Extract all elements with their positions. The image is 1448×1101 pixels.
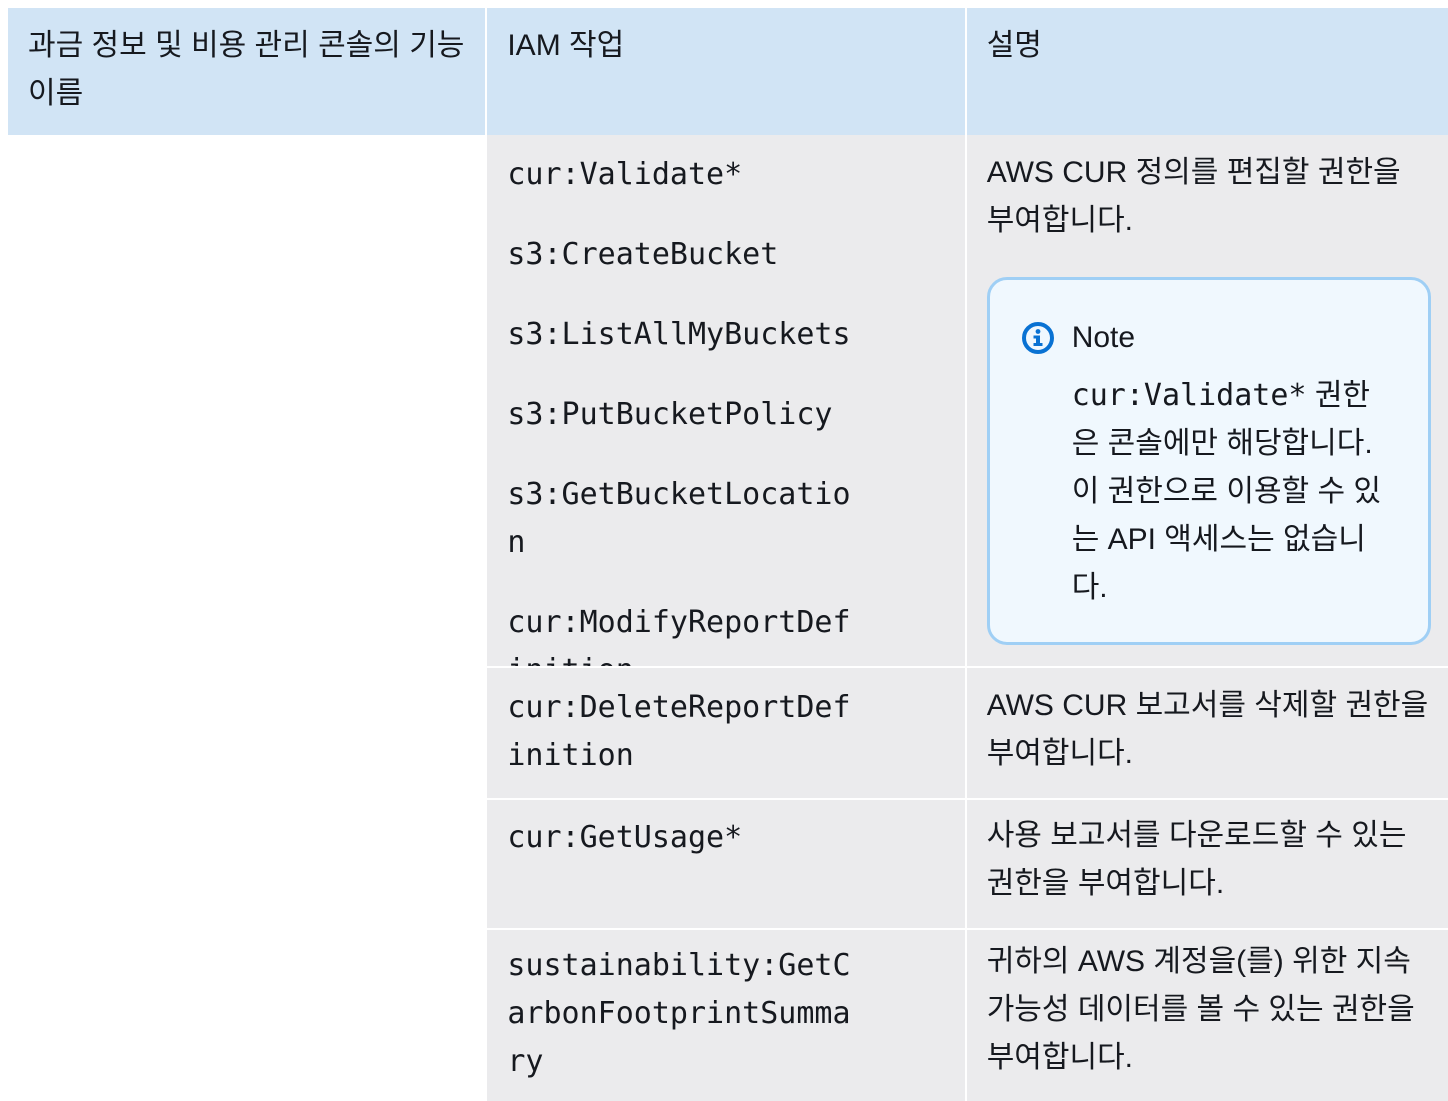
- header-feature-name: 과금 정보 및 비용 관리 콘솔의 기능 이름: [8, 8, 486, 135]
- iam-action: sustainability:GetCarbonFootprintSummary: [507, 948, 851, 1079]
- note-title: Note: [1071, 321, 1136, 354]
- note-callout: Note cur:Validate* 권한은 콘솔에만 해당합니다. 이 권한으…: [986, 277, 1431, 645]
- feature-name-cell: [8, 800, 486, 928]
- header-description: 설명: [966, 8, 1448, 135]
- iam-action: s3:PutBucketPolicy: [507, 397, 833, 432]
- description-text: AWS CUR 정의를 편집할 권한을 부여합니다.: [986, 156, 1401, 237]
- table-row: cur:Validate* s3:CreateBucket s3:ListAll…: [8, 135, 1448, 688]
- table-header-row: 과금 정보 및 비용 관리 콘솔의 기능 이름 IAM 작업 설명: [8, 8, 1448, 135]
- note-code: cur:Validate*: [1071, 378, 1307, 413]
- iam-action: cur:GetUsage*: [507, 820, 743, 855]
- header-iam-action: IAM 작업: [487, 8, 965, 135]
- iam-action-cell: cur:GetUsage*: [487, 800, 965, 928]
- description-cell: AWS CUR 보고서를 삭제할 권한을 부여합니다.: [966, 668, 1448, 798]
- description-cell: 귀하의 AWS 계정을(를) 위한 지속 가능성 데이터를 볼 수 있는 권한을…: [966, 930, 1448, 1101]
- table-row: cur:DeleteReportDefinition AWS CUR 보고서를 …: [8, 668, 1448, 798]
- note-header: Note: [1020, 314, 1404, 362]
- table-row: sustainability:GetCarbonFootprintSummary…: [8, 930, 1448, 1101]
- feature-name-cell: [8, 668, 486, 798]
- iam-action: s3:ListAllMyBuckets: [507, 317, 851, 352]
- iam-action-cell: sustainability:GetCarbonFootprintSummary: [487, 930, 965, 1101]
- iam-action: cur:DeleteReportDefinition: [507, 690, 851, 773]
- iam-action-cell: cur:Validate* s3:CreateBucket s3:ListAll…: [487, 135, 965, 688]
- info-circle-icon: [1021, 322, 1054, 354]
- table-row: cur:GetUsage* 사용 보고서를 다운로드할 수 있는 권한을 부여합…: [8, 800, 1448, 928]
- iam-action-cell: cur:DeleteReportDefinition: [487, 668, 965, 798]
- description-cell: AWS CUR 정의를 편집할 권한을 부여합니다. Note cur:Vali…: [966, 135, 1448, 666]
- iam-action: s3:GetBucketLocation: [507, 477, 851, 560]
- permissions-table: 과금 정보 및 비용 관리 콘솔의 기능 이름 IAM 작업 설명 cur:Va…: [8, 8, 1448, 1101]
- feature-name-cell: [8, 930, 486, 1101]
- note-body: cur:Validate* 권한은 콘솔에만 해당합니다. 이 권한으로 이용할…: [1072, 372, 1392, 612]
- feature-name-cell: [8, 135, 486, 666]
- iam-action: cur:Validate*: [507, 157, 743, 192]
- description-cell: 사용 보고서를 다운로드할 수 있는 권한을 부여합니다.: [966, 800, 1448, 928]
- iam-action: s3:CreateBucket: [507, 237, 779, 272]
